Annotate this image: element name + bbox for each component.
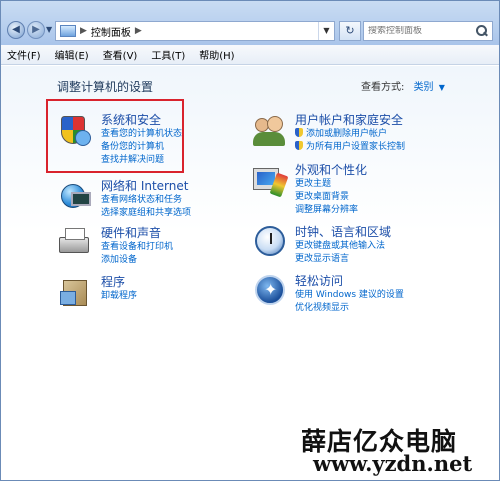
link-view-network-status[interactable]: 查看网络状态和任务 <box>101 194 251 207</box>
ease-of-access-icon[interactable] <box>251 273 287 309</box>
watermark-url: www.yzdn.net <box>313 451 473 476</box>
menu-bar: 文件(F) 编辑(E) 查看(V) 工具(T) 帮助(H) <box>1 45 499 65</box>
link-devices-printers[interactable]: 查看设备和打印机 <box>101 241 251 254</box>
back-button[interactable]: ◀ <box>7 21 25 39</box>
category-title-programs[interactable]: 程序 <box>101 274 251 290</box>
control-panel-window: ◀ ▶ ▼ ▶ 控制面板 ▶ ▼ ↻ 文件(F) 编辑(E) 查看(V) 工具(… <box>0 0 500 481</box>
address-dropdown-icon[interactable]: ▼ <box>318 22 334 40</box>
recent-pages-dropdown[interactable]: ▼ <box>46 25 52 34</box>
category-title-network-internet[interactable]: 网络和 Internet <box>101 178 251 194</box>
category-title-clock-language[interactable]: 时钟、语言和区域 <box>295 224 445 240</box>
link-change-theme[interactable]: 更改主题 <box>295 178 445 191</box>
view-by-label: 查看方式: <box>361 82 405 93</box>
clock-globe-icon[interactable] <box>251 224 287 260</box>
address-bar[interactable]: ▶ 控制面板 ▶ ▼ <box>55 21 335 41</box>
users-icon[interactable] <box>251 112 287 148</box>
menu-file[interactable]: 文件(F) <box>7 47 41 62</box>
link-adjust-resolution[interactable]: 调整屏幕分辨率 <box>295 204 445 217</box>
page-title: 调整计算机的设置 <box>57 80 154 94</box>
category-title-ease-of-access[interactable]: 轻松访问 <box>295 273 495 289</box>
link-change-display-language[interactable]: 更改显示语言 <box>295 253 445 266</box>
link-change-keyboard[interactable]: 更改键盘或其他输入法 <box>295 240 445 253</box>
view-by-dropdown[interactable]: 类别 <box>414 82 434 93</box>
search-box[interactable] <box>363 21 493 41</box>
search-input[interactable] <box>364 26 472 36</box>
category-title-user-accounts[interactable]: 用户帐户和家庭安全 <box>295 112 495 128</box>
category-title-hardware-sound[interactable]: 硬件和声音 <box>101 225 251 241</box>
printer-icon[interactable] <box>57 225 93 261</box>
breadcrumb-control-panel[interactable]: 控制面板 <box>91 24 131 39</box>
link-uninstall-program[interactable]: 卸载程序 <box>101 290 251 303</box>
highlight-box <box>46 99 184 173</box>
view-by: 查看方式: 类别 ▼ <box>361 78 445 93</box>
breadcrumb-chevron-icon[interactable]: ▶ <box>135 26 142 36</box>
link-add-remove-accounts[interactable]: 添加或删除用户帐户 <box>295 128 495 141</box>
link-change-desktop-background[interactable]: 更改桌面背景 <box>295 191 445 204</box>
link-optimize-visual-display[interactable]: 优化视频显示 <box>295 302 495 315</box>
forward-button[interactable]: ▶ <box>27 21 45 39</box>
category-title-appearance[interactable]: 外观和个性化 <box>295 162 445 178</box>
link-parental-controls[interactable]: 为所有用户设置家长控制 <box>295 141 495 154</box>
refresh-button[interactable]: ↻ <box>339 21 361 41</box>
chevron-down-icon[interactable]: ▼ <box>439 83 445 92</box>
link-windows-suggested-settings[interactable]: 使用 Windows 建议的设置 <box>295 289 495 302</box>
control-panel-icon <box>60 25 76 37</box>
menu-edit[interactable]: 编辑(E) <box>55 47 89 62</box>
menu-tools[interactable]: 工具(T) <box>151 47 185 62</box>
network-globe-icon[interactable] <box>57 178 93 214</box>
link-add-device[interactable]: 添加设备 <box>101 254 251 267</box>
search-icon[interactable] <box>474 24 488 38</box>
menu-view[interactable]: 查看(V) <box>103 47 138 62</box>
menu-help[interactable]: 帮助(H) <box>199 47 234 62</box>
breadcrumb-separator-icon[interactable]: ▶ <box>80 26 87 36</box>
programs-box-icon[interactable] <box>57 274 93 310</box>
appearance-palette-icon[interactable] <box>251 162 289 198</box>
title-address-bar: ◀ ▶ ▼ ▶ 控制面板 ▶ ▼ ↻ <box>1 1 499 45</box>
link-homegroup-sharing[interactable]: 选择家庭组和共享选项 <box>101 207 251 220</box>
